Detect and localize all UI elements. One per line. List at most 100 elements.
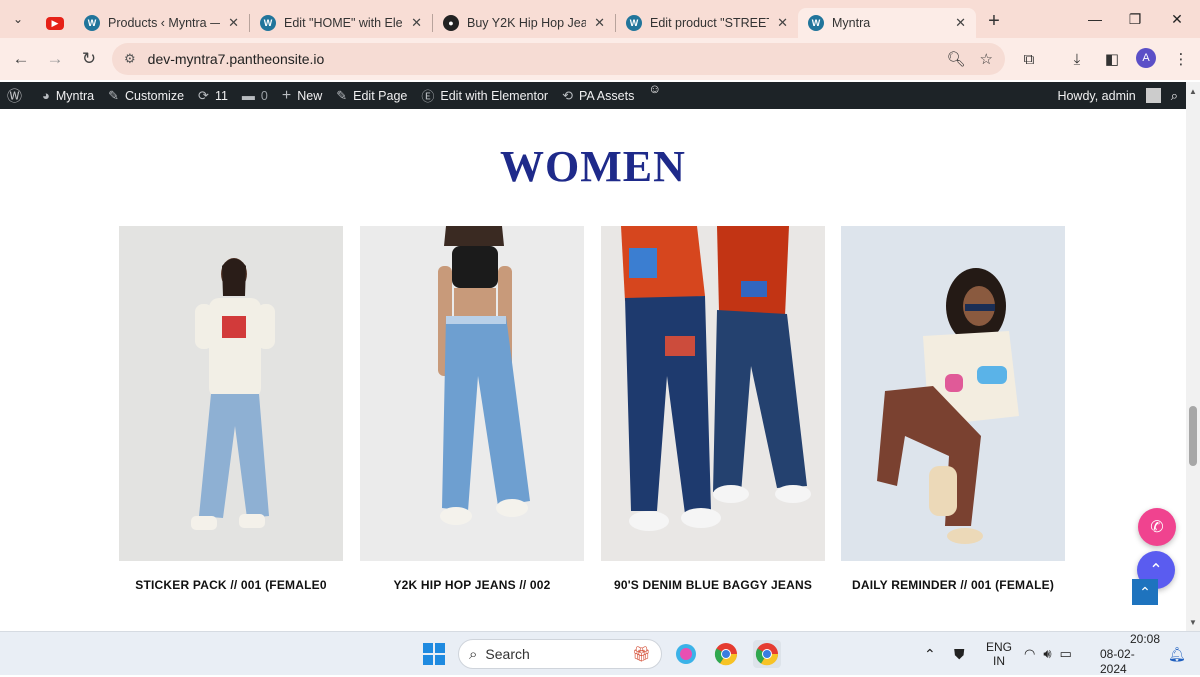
product-image[interactable] [841,226,1065,561]
admin-pa-assets[interactable]: ⟲ PA Assets [555,88,641,104]
admin-comments[interactable]: ▬ 0 [235,88,275,103]
clock[interactable]: 20:08 08-02-2024 [1100,632,1160,676]
windows-taskbar: ⌕ Search 🎁︎ ⌃ ⛊ ENG IN ◠ 🔊︎ ▭ 20:08 08-0… [0,631,1200,676]
tray-overflow-chevron-icon[interactable]: ⌃ [924,632,936,676]
product-image[interactable] [601,226,825,561]
comment-icon: ▬ [241,88,255,103]
bookmark-star-icon[interactable]: ☆ [980,50,993,68]
admin-edit-elementor[interactable]: Ⓔ Edit with Elementor [414,86,555,105]
copilot-pre-icon[interactable] [672,640,700,668]
profile-avatar[interactable]: A [1136,48,1156,68]
call-button[interactable]: ✆ [1138,508,1176,546]
tab-search-chevron-icon[interactable]: ⌄ [0,0,36,38]
wordpress-logo-icon[interactable]: Ⓦ [0,85,35,106]
zoom-icon[interactable]: 🔍︎ [947,50,966,68]
tab-edit-home[interactable]: W Edit "HOME" with Elem ✕ [250,8,432,38]
elementor-icon: Ⓔ [421,89,435,104]
close-tab-icon[interactable]: ✕ [228,15,239,31]
tray-app-icon[interactable]: ⛊ [954,632,965,676]
tab-title: Myntra [832,16,871,30]
tab-buy-jeans[interactable]: ● Buy Y2K Hip Hop Jeans ✕ [433,8,615,38]
emoji-face-icon: ☺ [648,81,662,96]
wordpress-icon: W [260,15,276,31]
admin-new[interactable]: + New [275,87,329,105]
site-name-label: Myntra [55,88,95,103]
product-card[interactable]: 90'S DENIM BLUE BAGGY JEANS [601,226,825,592]
close-tab-icon[interactable]: ✕ [955,15,966,31]
product-card[interactable]: Y2K HIP HOP JEANS // 002 [360,226,584,592]
product-name[interactable]: 90'S DENIM BLUE BAGGY JEANS [601,578,825,592]
close-tab-icon[interactable]: ✕ [411,15,422,31]
tab-title: Buy Y2K Hip Hop Jeans [467,16,587,30]
chrome-icon[interactable] [712,640,740,668]
site-settings-icon[interactable]: ⚙ [124,51,136,67]
product-image[interactable] [360,226,584,561]
restore-icon[interactable]: ❐ [1112,0,1158,38]
close-tab-icon[interactable]: ✕ [594,15,605,31]
product-name[interactable]: Y2K HIP HOP JEANS // 002 [360,578,584,592]
admin-avatar[interactable] [1145,88,1161,103]
back-icon[interactable]: ← [4,42,38,76]
extensions-icon[interactable]: ⧉ [1014,42,1044,76]
language-code: ENG [986,640,1013,654]
chevron-up-icon: ⌃ [1149,562,1163,579]
tab-edit-product[interactable]: W Edit product "STREETW ✕ [616,8,798,38]
forward-icon[interactable]: → [38,42,72,76]
admin-search-icon[interactable]: ⌕ [1171,88,1178,104]
customize-label: Customize [124,88,185,103]
notification-bell-icon[interactable]: 🔔︎ [1168,632,1186,676]
region-code: IN [993,654,1005,668]
taskbar-search[interactable]: ⌕ Search 🎁︎ [458,639,662,669]
language-indicator[interactable]: ENG IN [986,632,1012,676]
reload-icon[interactable]: ↻ [72,42,106,76]
download-icon[interactable]: ⤓ [1062,42,1092,76]
new-label: New [297,88,323,103]
close-tab-icon[interactable]: ✕ [777,15,788,31]
side-panel-icon[interactable]: ◧ [1097,42,1127,76]
scroll-down-arrow-icon[interactable]: ▼ [1189,618,1197,627]
system-status-icons[interactable]: ◠ 🔊︎ ▭ [1024,632,1072,676]
product-card[interactable]: DAILY REMINDER // 001 (FEMALE) [841,226,1065,592]
admin-edit-page[interactable]: ✎ Edit Page [329,88,414,104]
updates-count: 11 [214,88,228,103]
product-image[interactable] [119,226,343,561]
url-text: dev-myntra7.pantheonsite.io [147,51,325,67]
new-tab-icon[interactable]: + [976,10,1012,33]
admin-customize[interactable]: ✎ Customize [101,88,191,104]
tab-myntra-active[interactable]: W Myntra ✕ [798,8,976,38]
clock-date: 08-02-2024 [1100,646,1135,676]
howdy-admin[interactable]: Howdy, admin [1057,89,1135,103]
woman-crouching-tshirt-photo [841,226,1065,561]
scrollbar-thumb[interactable] [1189,406,1197,466]
page-scrollbar[interactable]: ▲ ▼ [1186,82,1200,631]
product-name[interactable]: DAILY REMINDER // 001 (FEMALE) [841,578,1065,592]
search-icon: ⌕ [469,645,478,663]
github-icon: ● [443,15,459,31]
pa-assets-label: PA Assets [578,88,635,103]
address-bar[interactable]: ⚙ dev-myntra7.pantheonsite.io 🔍︎ ☆ [112,43,1005,75]
product-name[interactable]: STICKER PACK // 001 (FEMALE0 [119,578,343,592]
browser-menu-icon[interactable]: ⋮ [1166,42,1196,76]
tab-products[interactable]: W Products ‹ Myntra — W ✕ [74,8,249,38]
admin-updates[interactable]: ⟳ 11 [191,88,235,104]
updates-icon: ⟳ [198,87,209,103]
phone-icon: ✆ [1150,519,1164,536]
back-to-top-button[interactable]: ⌃ [1132,579,1158,605]
baggy-jeans-couple-photo [601,226,825,561]
woman-crop-top-jeans-photo [360,226,584,561]
wifi-icon: ◠ [1024,646,1036,661]
elementor-label: Edit with Elementor [440,88,549,103]
woman-tshirt-jeans-photo [119,226,343,561]
browser-tab-strip: ⌄ ▶ W Products ‹ Myntra — W ✕ W Edit "HO… [0,0,1200,38]
tab-youtube[interactable]: ▶ [36,8,74,38]
windows-start-icon[interactable] [420,640,448,668]
pa-assets-icon: ⟲ [562,87,573,103]
wordpress-icon: W [808,15,824,31]
chrome-profile-icon[interactable] [753,640,781,668]
scroll-up-arrow-icon[interactable]: ▲ [1189,87,1197,96]
page-content: WOMEN STICKER PACK // 001 (FEMALE0 Y2K H… [0,109,1186,631]
product-card[interactable]: STICKER PACK // 001 (FEMALE0 [119,226,343,592]
close-window-icon[interactable]: ✕ [1154,0,1200,38]
search-highlight-icon: 🎁︎ [631,646,651,663]
admin-site-name[interactable]: ◕ Myntra [35,88,101,103]
